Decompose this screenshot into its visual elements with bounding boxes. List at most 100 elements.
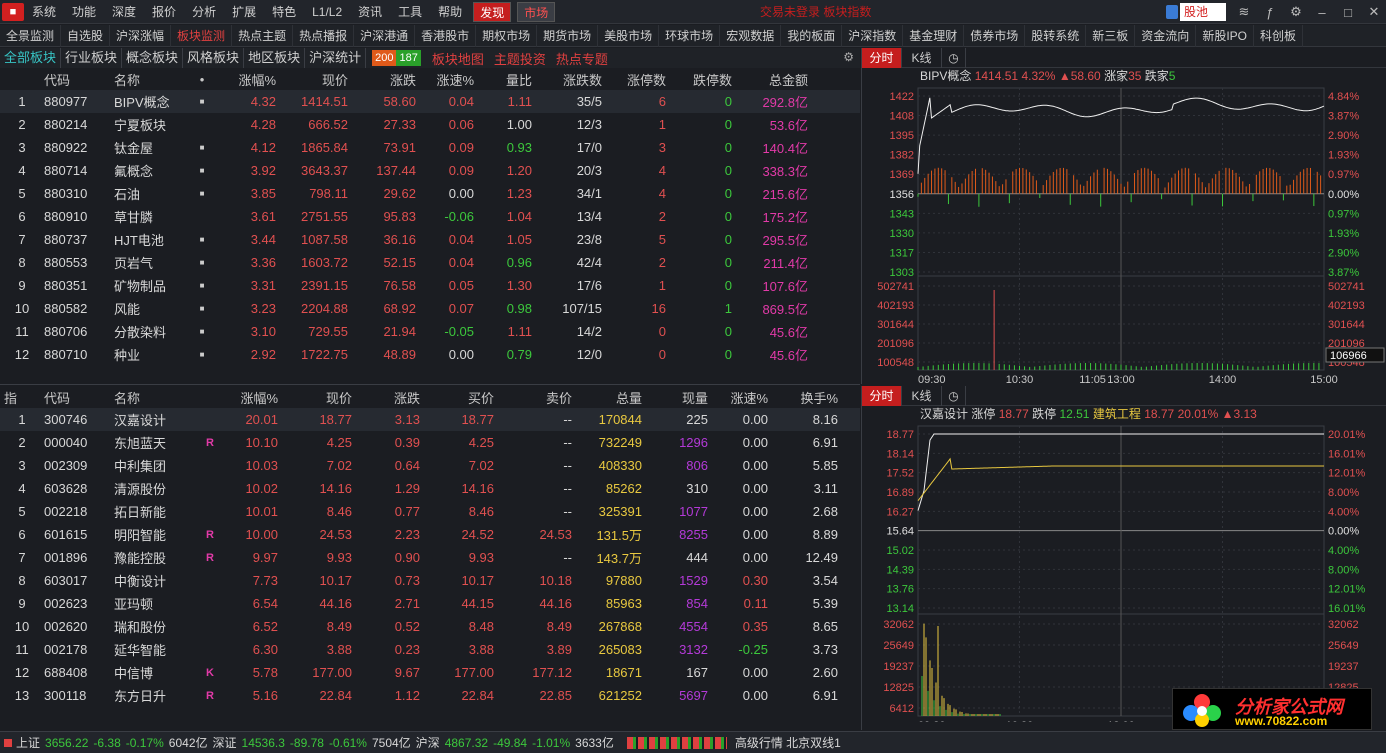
stock-col-header-7[interactable]: 买价 [420,388,494,407]
table-row[interactable]: 11 002178 延华智能 6.30 3.88 0.23 3.88 3.89 265083 31… [0,638,860,661]
stock-pool-search[interactable]: 股池 [1166,3,1226,21]
stock-col-header-4[interactable]: 涨幅% [220,388,278,407]
discover-button[interactable]: 发现 [473,1,512,22]
stock-col-header-11[interactable]: 涨速% [708,388,768,407]
tab-9[interactable]: 期货市场 [537,24,599,47]
board-tab-1[interactable]: 行业板块 [61,48,123,68]
layers-icon[interactable]: ≋ [1236,4,1252,20]
board-col-header-12[interactable]: 总金额 [732,70,808,89]
table-row[interactable]: 5 880310 石油 ■ 3.85 798.11 29.62 0.00 1.23 34/1 4 0 2… [0,182,860,205]
tab-7[interactable]: 香港股市 [415,24,477,47]
table-row[interactable]: 6 880910 草甘膦 3.61 2751.55 95.83 -0.06 1.04 13/4 2… [0,205,860,228]
board-settings-icon[interactable]: ⚙ [843,50,854,64]
table-row[interactable]: 9 880351 矿物制品 ■ 3.31 2391.15 76.58 0.05 1.30 17/6… [0,274,860,297]
stock-col-header-1[interactable]: 代码 [44,388,114,407]
stock-col-header-0[interactable]: 指 [0,388,44,407]
menu-item-2[interactable]: 深度 [104,0,144,24]
tab-13[interactable]: 我的板面 [781,24,843,47]
stock-col-header-10[interactable]: 现量 [642,388,708,407]
board-tab-0[interactable]: 全部板块 [0,48,62,68]
formula-icon[interactable]: ƒ [1262,5,1278,20]
hs-label[interactable]: 沪深 [416,734,440,751]
stock-col-header-5[interactable]: 现价 [278,388,352,407]
table-row[interactable]: 1 880977 BIPV概念 ■ 4.32 1414.51 58.60 0.04 1.11 35… [0,90,860,113]
tab-kline[interactable]: K线 [902,47,942,68]
board-tab-5[interactable]: 沪深统计 [305,48,367,68]
board-col-header-2[interactable]: 名称 [114,70,196,89]
tab-2[interactable]: 沪深涨幅 [110,24,172,47]
table-row[interactable]: 4 880714 氟概念 ■ 3.92 3643.37 137.44 0.09 1.20 20/3… [0,159,860,182]
settings-icon[interactable]: ⚙ [1288,4,1304,20]
board-col-header-1[interactable]: 代码 [44,70,114,89]
tab-8[interactable]: 期权市场 [476,24,538,47]
board-link-1[interactable]: 主题投资 [489,49,551,68]
tab-11[interactable]: 环球市场 [659,24,721,47]
chart-clock-icon-stock[interactable]: ◷ [942,385,966,406]
tab-19[interactable]: 资金流向 [1135,24,1197,47]
table-row[interactable]: 7 880737 HJT电池 ■ 3.44 1087.58 36.16 0.04 1.05 23/… [0,228,860,251]
table-row[interactable]: 12 880710 种业 ■ 2.92 1722.75 48.89 0.00 0.79 12/0 0… [0,343,860,366]
tab-intraday-stock[interactable]: 分时 [862,385,902,406]
sz-label[interactable]: 深证 [213,734,237,751]
board-tab-2[interactable]: 概念板块 [122,48,184,68]
chart-clock-icon[interactable]: ◷ [942,47,966,68]
tab-kline-stock[interactable]: K线 [902,385,942,406]
table-row[interactable]: 3 002309 中利集团 10.03 7.02 0.64 7.02 -- 408330 806 0… [0,454,860,477]
menu-item-0[interactable]: 系统 [24,0,64,24]
table-row[interactable]: 8 603017 中衡设计 7.73 10.17 0.73 10.17 10.18 97880 1… [0,569,860,592]
stock-col-header-2[interactable]: 名称 [114,388,206,407]
tab-4[interactable]: 热点主题 [232,24,294,47]
table-row[interactable]: 9 002623 亚玛顿 6.54 44.16 2.71 44.15 44.16 85963 85… [0,592,860,615]
tab-17[interactable]: 股转系统 [1025,24,1087,47]
board-col-header-4[interactable]: 涨幅% [208,70,276,89]
table-row[interactable]: 7 001896 豫能控股 R 9.97 9.93 0.90 9.93 -- 143.7万 444 0… [0,546,860,569]
board-tab-3[interactable]: 风格板块 [183,48,245,68]
stock-chart-canvas[interactable]: 18.77 20.01% 18.14 16.01% 17.52 12.01% 16.89 8.… [862,422,1386,732]
menu-item-6[interactable]: 特色 [264,0,304,24]
tab-6[interactable]: 沪深港通 [354,24,416,47]
tab-1[interactable]: 自选股 [61,24,111,47]
minimize-icon[interactable]: – [1314,5,1330,20]
tab-21[interactable]: 科创板 [1254,24,1304,47]
menu-item-3[interactable]: 报价 [144,0,184,24]
board-link-2[interactable]: 热点专题 [551,49,613,68]
board-col-header-11[interactable]: 跌停数 [666,70,732,89]
board-link-0[interactable]: 板块地图 [427,49,489,68]
tab-intraday[interactable]: 分时 [862,47,902,68]
tab-18[interactable]: 新三板 [1086,24,1136,47]
board-col-header-3[interactable]: • [196,72,208,87]
table-row[interactable]: 4 603628 清源股份 10.02 14.16 1.29 14.16 -- 85262 310… [0,477,860,500]
table-row[interactable]: 11 880706 分散染料 ■ 3.10 729.55 21.94 -0.05 1.11 14/… [0,320,860,343]
tab-12[interactable]: 宏观数据 [720,24,782,47]
menu-item-1[interactable]: 功能 [64,0,104,24]
tab-20[interactable]: 新股IPO [1196,24,1254,47]
stock-col-header-6[interactable]: 涨跌 [352,388,420,407]
menu-item-9[interactable]: 工具 [390,0,430,24]
market-button[interactable]: 市场 [517,1,556,22]
menu-item-7[interactable]: L1/L2 [304,0,350,24]
menu-item-8[interactable]: 资讯 [350,0,390,24]
table-row[interactable]: 10 880582 风能 ■ 3.23 2204.88 68.92 0.07 0.98 107/1… [0,297,860,320]
table-row[interactable]: 10 002620 瑞和股份 6.52 8.49 0.52 8.48 8.49 267868 45… [0,615,860,638]
board-col-header-9[interactable]: 涨跌数 [532,70,602,89]
stock-col-header-8[interactable]: 卖价 [494,388,572,407]
tab-3[interactable]: 板块监测 [171,24,233,47]
board-col-header-10[interactable]: 涨停数 [602,70,666,89]
table-row[interactable]: 1 300746 汉嘉设计 20.01 18.77 3.13 18.77 -- 170844 22… [0,408,860,431]
close-icon[interactable]: ✕ [1366,4,1382,20]
board-col-header-6[interactable]: 涨跌 [348,70,416,89]
tab-10[interactable]: 美股市场 [598,24,660,47]
table-row[interactable]: 2 880214 宁夏板块 4.28 666.52 27.33 0.06 1.00 12/3 1 0… [0,113,860,136]
app-logo-icon[interactable]: ■ [2,2,24,21]
board-col-header-7[interactable]: 涨速% [416,70,474,89]
table-row[interactable]: 13 300118 东方日升 R 5.16 22.84 1.12 22.84 22.85 6212… [0,684,860,707]
line-info[interactable]: 高级行情 北京双线1 [735,734,841,751]
stock-col-header-9[interactable]: 总量 [572,388,642,407]
sector-chart-canvas[interactable]: 1422 4.84% 1408 3.87% 1395 2.90% 1382 1.93% 1369… [862,84,1386,386]
maximize-icon[interactable]: □ [1340,5,1356,20]
tab-16[interactable]: 债券市场 [964,24,1026,47]
tab-15[interactable]: 基金理财 [903,24,965,47]
table-row[interactable]: 2 000040 东旭蓝天 R 10.10 4.25 0.39 4.25 -- 732249 129… [0,431,860,454]
tab-14[interactable]: 沪深指数 [842,24,904,47]
table-row[interactable]: 8 880553 页岩气 ■ 3.36 1603.72 52.15 0.04 0.96 42/4 2… [0,251,860,274]
